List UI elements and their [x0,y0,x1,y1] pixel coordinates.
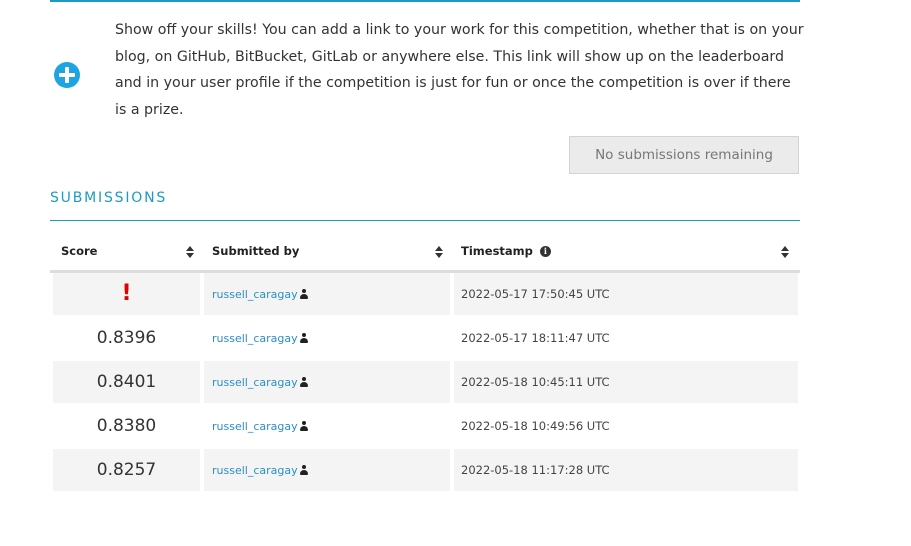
sort-score-icon[interactable] [186,246,194,258]
user-icon [299,421,308,431]
table-row: 0.8401 russell_caragay 2022-05-18 10:45:… [50,361,800,403]
table-header: Score Submitted by Timestamp i [50,232,800,273]
timestamp-cell: 2022-05-18 10:49:56 UTC [461,419,610,433]
score-cell: 0.8380 [96,416,157,436]
column-header-submitted-by-label: Submitted by [212,244,300,258]
error-icon[interactable]: ! [121,283,131,305]
score-cell: 0.8257 [53,449,200,491]
top-divider [50,0,800,2]
user-icon [299,465,308,475]
no-submissions-remaining-button[interactable]: No submissions remaining [569,136,799,174]
score-cell: ! [53,273,200,315]
submitted-by-cell: russell_caragay [204,449,450,491]
timestamp-cell: 2022-05-18 11:17:28 UTC [454,449,798,491]
user-link[interactable]: russell_caragay [212,288,298,301]
table-row: 0.8380 russell_caragay 2022-05-18 10:49:… [50,405,800,447]
submitted-by-cell: russell_caragay [204,361,450,403]
column-header-timestamp[interactable]: Timestamp i [461,232,551,270]
submissions-table: Score Submitted by Timestamp i ! russell… [50,232,800,491]
sort-submitted-by-icon[interactable] [435,246,443,258]
timestamp-cell: 2022-05-17 18:11:47 UTC [461,331,610,345]
section-title: SUBMISSIONS [50,190,168,206]
user-icon [299,333,308,343]
score-cell: 0.8401 [53,361,200,403]
user-icon [299,289,308,299]
table-row: 0.8257 russell_caragay 2022-05-18 11:17:… [50,449,800,491]
user-icon [299,377,308,387]
table-row: ! russell_caragay 2022-05-17 17:50:45 UT… [50,273,800,315]
plus-circle-icon[interactable] [54,62,80,88]
timestamp-cell: 2022-05-17 17:50:45 UTC [454,273,798,315]
user-link[interactable]: russell_caragay [212,464,298,477]
submitted-by-cell: russell_caragay [204,273,450,315]
user-link[interactable]: russell_caragay [212,420,298,433]
column-header-submitted-by[interactable]: Submitted by [212,232,299,270]
add-link-description: Show off your skills! You can add a link… [115,22,804,118]
table-row: 0.8396 russell_caragay 2022-05-17 18:11:… [50,317,800,359]
column-header-score-label: Score [61,244,98,258]
user-link[interactable]: russell_caragay [212,376,298,389]
info-icon[interactable]: i [539,245,551,257]
submitted-by-cell: russell_caragay [204,405,450,447]
timestamp-cell: 2022-05-18 10:45:11 UTC [454,361,798,403]
submitted-by-cell: russell_caragay [204,317,450,359]
sort-timestamp-icon[interactable] [781,246,789,258]
section-divider [50,220,800,221]
column-header-timestamp-label: Timestamp [461,244,533,258]
user-link[interactable]: russell_caragay [212,332,298,345]
score-cell: 0.8396 [96,328,157,348]
column-header-score[interactable]: Score [61,232,97,270]
